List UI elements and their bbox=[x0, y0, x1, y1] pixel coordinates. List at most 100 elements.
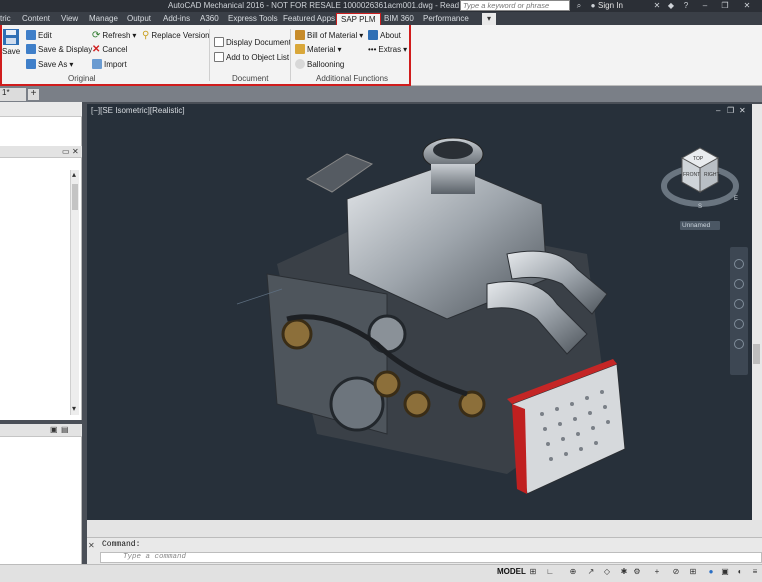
snap-icon[interactable]: ∟ bbox=[545, 567, 555, 577]
hardware-acceleration-icon[interactable]: ◐ bbox=[735, 567, 745, 577]
tab-performance[interactable]: Performance bbox=[423, 13, 469, 25]
save-button[interactable]: Save bbox=[2, 28, 20, 60]
exchange-icon[interactable]: ✕ bbox=[652, 1, 662, 10]
material-button[interactable]: Material ▾ bbox=[295, 43, 341, 55]
tab-a360[interactable]: A360 bbox=[200, 13, 219, 25]
collapse-icon[interactable]: ▭ bbox=[62, 147, 70, 156]
about-button[interactable]: About bbox=[368, 29, 401, 41]
palette-toolbar: ▭ ✕ bbox=[0, 146, 82, 158]
tab-content[interactable]: Content bbox=[22, 13, 50, 25]
viewport-controls-label[interactable]: [−][SE Isometric][Realistic] bbox=[91, 106, 185, 115]
material-icon bbox=[295, 44, 305, 54]
model-space-button[interactable]: MODEL bbox=[497, 567, 526, 576]
new-tab-icon[interactable]: + bbox=[28, 89, 39, 100]
balloon-icon bbox=[295, 59, 305, 69]
close-icon[interactable]: ✕ bbox=[72, 147, 79, 156]
left-bottom-palette bbox=[0, 424, 82, 564]
display-document-label: Display Document bbox=[226, 37, 291, 47]
tab-featured-apps[interactable]: Featured Apps bbox=[283, 13, 335, 25]
showmotion-icon[interactable] bbox=[734, 339, 744, 349]
file-tab[interactable]: 1* bbox=[0, 88, 26, 101]
viewport-restore-icon[interactable]: ❐ bbox=[727, 106, 734, 115]
annotation-icon[interactable]: ✱ bbox=[619, 567, 629, 577]
ucs-dropdown[interactable]: Unnamed bbox=[680, 221, 720, 230]
view-icon[interactable]: ▣ bbox=[50, 425, 58, 434]
units-icon[interactable]: ⊘ bbox=[671, 567, 681, 577]
polar-icon[interactable]: ↗ bbox=[586, 567, 596, 577]
bill-of-material-label: Bill of Material bbox=[307, 30, 358, 40]
osnap-icon[interactable]: ◇ bbox=[602, 567, 612, 577]
tab-output[interactable]: Output bbox=[127, 13, 151, 25]
palette-scrollbar[interactable]: ▴ ▾ bbox=[70, 170, 79, 415]
grid-icon[interactable]: ⊞ bbox=[528, 567, 538, 577]
save-display-button[interactable]: Save & Display bbox=[26, 43, 92, 55]
chevron-down-icon: ▾ bbox=[132, 30, 137, 40]
refresh-button[interactable]: ⟳ Refresh ▾ bbox=[92, 29, 136, 41]
compass-east: E bbox=[734, 196, 738, 202]
tab-view[interactable]: View bbox=[61, 13, 78, 25]
replace-version-label: Replace Version bbox=[151, 30, 210, 40]
viewport-minimize-icon[interactable]: – bbox=[716, 106, 720, 115]
viewcube[interactable]: TOP FRONT RIGHT S E bbox=[660, 140, 746, 212]
tab-add-ins[interactable]: Add-ins bbox=[163, 13, 190, 25]
engine-model-render bbox=[236, 137, 626, 495]
navigation-bar[interactable] bbox=[730, 247, 748, 375]
cancel-x-icon: ✕ bbox=[92, 43, 101, 55]
bom-icon bbox=[295, 30, 305, 40]
viewport-scrollbar[interactable] bbox=[752, 104, 762, 520]
tab-electric[interactable]: tric bbox=[0, 13, 11, 25]
pan-icon[interactable] bbox=[734, 279, 744, 289]
minimize-ribbon-icon[interactable]: ▾ bbox=[482, 13, 496, 25]
cancel-button[interactable]: ✕ Cancel bbox=[92, 43, 127, 55]
sign-in-link[interactable]: Sign In bbox=[598, 1, 623, 10]
search-input[interactable]: Type a keyword or phrase bbox=[460, 0, 570, 11]
bill-of-material-button[interactable]: Bill of Material ▾ bbox=[295, 29, 363, 41]
orbit-icon[interactable] bbox=[734, 319, 744, 329]
ortho-icon[interactable]: ⊕ bbox=[568, 567, 578, 577]
tab-manage[interactable]: Manage bbox=[89, 13, 118, 25]
command-input[interactable]: Type a command bbox=[100, 552, 762, 563]
customize-icon[interactable]: ≡ bbox=[750, 567, 760, 577]
ballooning-button[interactable]: Ballooning bbox=[295, 58, 344, 70]
drawing-viewport[interactable] bbox=[87, 104, 752, 520]
add-to-object-list-button[interactable]: Add to Object List bbox=[214, 51, 289, 63]
scroll-up-icon[interactable]: ▴ bbox=[72, 170, 76, 179]
tab-sap-plm[interactable]: SAP PLM bbox=[336, 13, 381, 25]
user-icon[interactable]: ● bbox=[588, 1, 598, 10]
zoom-icon[interactable] bbox=[734, 299, 744, 309]
extras-button[interactable]: ••• Extras ▾ bbox=[368, 43, 407, 55]
quick-properties-icon[interactable]: ⊞ bbox=[688, 567, 698, 577]
scroll-thumb[interactable] bbox=[753, 344, 760, 364]
import-button[interactable]: Import bbox=[92, 58, 127, 70]
isolate-icon[interactable]: ▣ bbox=[720, 567, 730, 577]
save-label: Save bbox=[2, 47, 21, 56]
help-icon[interactable]: ? bbox=[681, 1, 691, 10]
viewcube-front-face[interactable]: FRONT bbox=[683, 172, 700, 178]
restore-icon[interactable]: ❐ bbox=[720, 1, 730, 10]
annoscale-icon[interactable]: + bbox=[652, 567, 662, 577]
tab-bim-360[interactable]: BIM 360 bbox=[384, 13, 414, 25]
minimize-icon[interactable]: – bbox=[700, 1, 710, 10]
workspace-icon[interactable]: ⚙ bbox=[632, 567, 642, 577]
viewport-close-icon[interactable]: ✕ bbox=[739, 106, 746, 115]
steering-wheel-icon[interactable] bbox=[734, 259, 744, 269]
tab-express-tools[interactable]: Express Tools bbox=[228, 13, 278, 25]
edit-button[interactable]: Edit bbox=[26, 29, 52, 41]
group-divider bbox=[290, 29, 291, 81]
command-line-toolbar: ✕ bbox=[88, 541, 99, 563]
save-as-button[interactable]: Save As ▾ bbox=[26, 58, 73, 70]
viewcube-right-face[interactable]: RIGHT bbox=[704, 172, 720, 178]
display-document-button[interactable]: Display Document bbox=[214, 36, 291, 48]
cancel-label: Cancel bbox=[102, 44, 128, 54]
binoculars-icon[interactable]: ⌕ bbox=[574, 1, 584, 10]
close-icon[interactable]: ✕ bbox=[742, 1, 752, 10]
a360-icon[interactable]: ◆ bbox=[666, 1, 676, 10]
viewcube-top-face[interactable]: TOP bbox=[693, 156, 704, 162]
image-icon[interactable]: ▤ bbox=[61, 425, 69, 434]
add-list-icon bbox=[214, 52, 224, 62]
replace-version-button[interactable]: ⚲ Replace Version bbox=[142, 29, 210, 41]
wrench-icon[interactable]: ✕ bbox=[88, 541, 95, 550]
lock-ui-icon[interactable]: ● bbox=[706, 567, 716, 577]
scroll-down-icon[interactable]: ▾ bbox=[72, 404, 76, 413]
scroll-thumb[interactable] bbox=[72, 184, 78, 210]
